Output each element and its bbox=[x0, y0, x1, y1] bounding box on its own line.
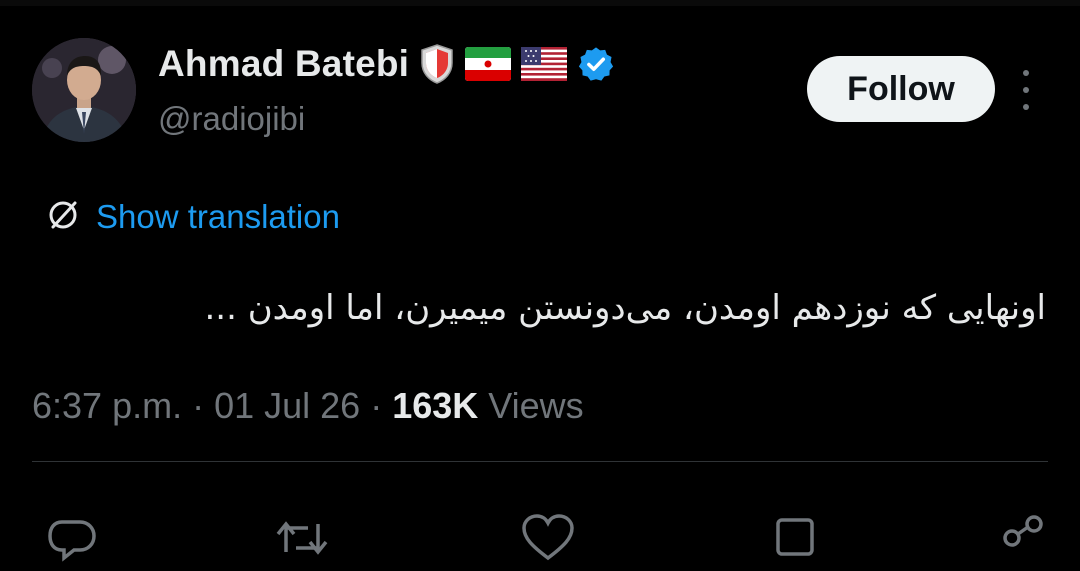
display-name-row: Ahmad Batebi bbox=[158, 40, 615, 88]
more-dot bbox=[1023, 70, 1029, 76]
bookmark-icon bbox=[774, 512, 816, 571]
views-count: 163K bbox=[392, 385, 479, 426]
reply-button[interactable] bbox=[46, 512, 98, 571]
show-translation-link[interactable]: Show translation bbox=[44, 196, 340, 238]
tweet-text: اونهایی که نوزدهم اومدن، می‌دونستن میمیر… bbox=[204, 288, 1046, 328]
reply-icon bbox=[46, 512, 98, 571]
show-translation-label[interactable]: Show translation bbox=[96, 198, 340, 236]
display-name[interactable]: Ahmad Batebi bbox=[158, 43, 409, 85]
more-options-icon[interactable] bbox=[1014, 70, 1038, 110]
tweet-meta: 6:37 p.m. · 01 Jul 26 · 163K Views bbox=[32, 382, 584, 430]
meta-separator: · bbox=[370, 385, 383, 426]
author-handle[interactable]: @radiojibi bbox=[158, 100, 305, 138]
repost-icon bbox=[272, 512, 332, 571]
share-icon bbox=[1000, 512, 1046, 571]
avatar[interactable] bbox=[32, 38, 136, 142]
divider bbox=[32, 461, 1048, 462]
share-button[interactable] bbox=[1000, 512, 1046, 571]
follow-button[interactable]: Follow bbox=[807, 56, 995, 122]
top-strip bbox=[0, 0, 1080, 6]
us-flag-icon bbox=[521, 47, 568, 81]
meta-separator: · bbox=[192, 385, 205, 426]
bookmark-button[interactable] bbox=[774, 512, 816, 571]
iran-flag-icon bbox=[465, 47, 512, 81]
avatar-image bbox=[32, 38, 136, 142]
tweet-time[interactable]: 6:37 p.m. bbox=[32, 385, 182, 427]
more-dot bbox=[1023, 87, 1029, 93]
more-dot bbox=[1023, 104, 1029, 110]
verified-badge-icon[interactable] bbox=[577, 45, 615, 83]
like-button[interactable] bbox=[520, 512, 576, 571]
translate-globe-icon bbox=[44, 196, 82, 239]
views-label: Views bbox=[488, 385, 584, 426]
repost-button[interactable] bbox=[272, 512, 332, 571]
shield-badge-icon bbox=[419, 43, 455, 85]
like-icon bbox=[520, 512, 576, 571]
tweet-date[interactable]: 01 Jul 26 bbox=[214, 385, 360, 427]
